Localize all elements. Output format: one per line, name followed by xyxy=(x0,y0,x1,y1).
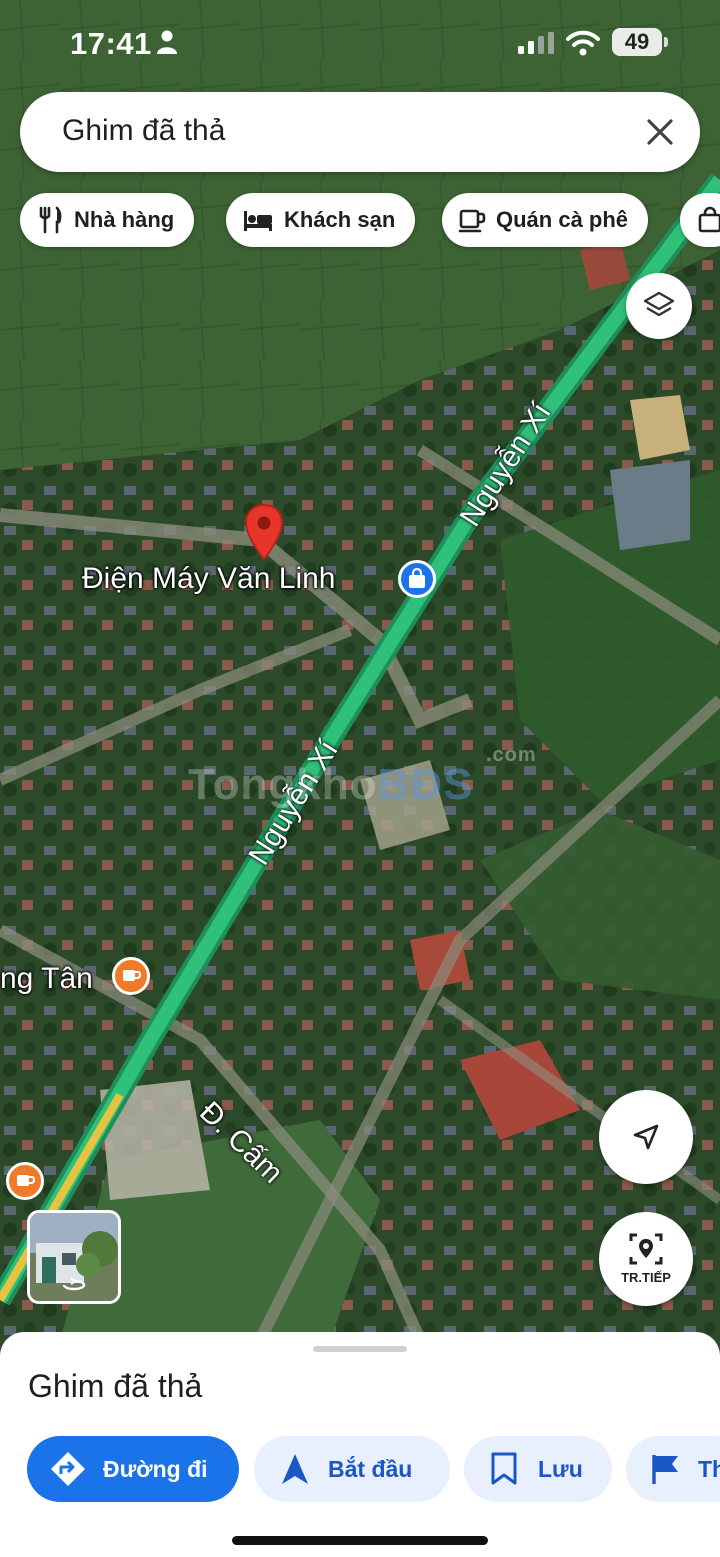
watermark-text: Tongkho xyxy=(188,760,378,809)
search-query[interactable]: Ghim đã thả xyxy=(62,114,225,148)
watermark-text-2: BĐS xyxy=(377,760,474,809)
label-button[interactable]: Th xyxy=(626,1436,720,1502)
place-bottom-sheet[interactable]: Ghim đã thả Đường đi Bắt đầu Lưu Th xyxy=(0,1332,720,1557)
close-icon[interactable] xyxy=(644,116,676,148)
action-buttons: Đường đi Bắt đầu Lưu Th xyxy=(0,1436,720,1502)
my-location-button[interactable] xyxy=(599,1090,693,1184)
chip-restaurants[interactable]: Nhà hàng xyxy=(20,193,195,247)
search-bar[interactable]: Ghim đã thả xyxy=(20,92,700,172)
start-button[interactable]: Bắt đầu xyxy=(254,1436,450,1502)
directions-label: Đường đi xyxy=(103,1455,208,1482)
chip-hotels[interactable]: Khách sạn xyxy=(226,193,416,247)
chip-cafes[interactable]: Quán cà phê xyxy=(442,193,649,247)
street-view-button[interactable]: TR.TIẾP xyxy=(599,1212,693,1306)
flag-icon xyxy=(652,1455,678,1484)
fork-knife-icon xyxy=(39,206,62,234)
layers-icon xyxy=(643,291,675,317)
navigation-arrow-icon xyxy=(633,1124,659,1150)
rotate-360-icon xyxy=(62,1277,86,1291)
start-label: Bắt đầu xyxy=(328,1455,413,1482)
battery-indicator: 49 xyxy=(612,28,662,56)
shopping-bag-icon xyxy=(698,206,720,233)
chip-label: Khách sạn xyxy=(284,207,396,232)
cellular-signal-icon xyxy=(518,32,554,54)
directions-icon xyxy=(51,1452,85,1486)
directions-button[interactable]: Đường đi xyxy=(27,1436,239,1502)
cafe-poi-icon[interactable] xyxy=(6,1162,44,1200)
status-time: 17:41 xyxy=(70,26,152,61)
watermark-sup: .com xyxy=(486,744,537,766)
chip-shopping[interactable] xyxy=(680,193,720,247)
coffee-cup-icon xyxy=(123,970,142,981)
shopping-poi-icon[interactable] xyxy=(398,560,436,598)
shopping-bag-icon xyxy=(409,567,425,588)
street-view-label: TR.TIẾP xyxy=(621,1270,671,1285)
battery-tip xyxy=(664,37,668,47)
category-chips: Nhà hàng Khách sạn Quán cà phê xyxy=(0,193,720,249)
coffee-cup-icon xyxy=(17,1175,36,1186)
street-view-thumbnail[interactable] xyxy=(27,1210,121,1304)
bed-icon xyxy=(244,211,272,231)
watermark: TongkhoBĐS .com xyxy=(188,744,536,810)
status-bar: 17:41 49 xyxy=(0,0,720,88)
place-label[interactable]: Điện Máy Văn Linh xyxy=(82,562,335,596)
save-label: Lưu xyxy=(538,1455,583,1482)
bookmark-icon xyxy=(491,1452,517,1485)
layers-button[interactable] xyxy=(626,273,692,339)
wifi-icon xyxy=(566,30,600,56)
cafe-label[interactable]: ng Tân xyxy=(0,962,93,996)
navigation-arrow-icon xyxy=(282,1454,308,1484)
chip-label: Nhà hàng xyxy=(74,207,175,232)
street-view-icon xyxy=(629,1233,663,1265)
home-indicator xyxy=(232,1536,488,1545)
coffee-cup-icon xyxy=(458,209,486,233)
save-button[interactable]: Lưu xyxy=(464,1436,612,1502)
sheet-drag-handle[interactable] xyxy=(313,1346,407,1352)
dropped-pin-icon[interactable] xyxy=(243,503,285,561)
chip-label: Quán cà phê xyxy=(496,207,629,232)
sheet-title: Ghim đã thả xyxy=(28,1368,203,1404)
cafe-poi-icon[interactable] xyxy=(112,957,150,995)
person-icon xyxy=(157,30,177,54)
label-label: Th xyxy=(698,1455,720,1482)
